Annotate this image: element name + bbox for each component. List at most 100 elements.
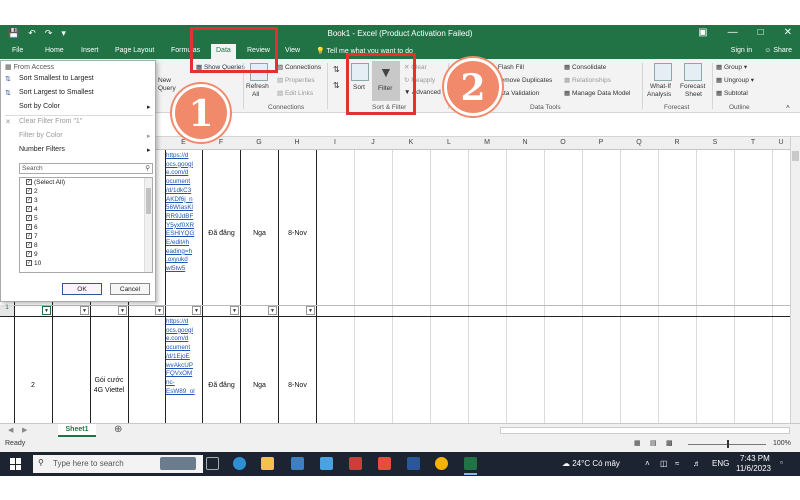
checkbox-icon[interactable]: ✓	[26, 197, 32, 204]
group-button[interactable]: ▦ Group ▾	[716, 63, 747, 71]
filter-dropdown-arrow-g[interactable]: ▼	[268, 306, 277, 315]
edit-links-button[interactable]: ▧ Edit Links	[277, 89, 313, 97]
page-break-view-icon[interactable]: ▩	[666, 439, 673, 447]
cell-g1[interactable]: Nga	[241, 230, 278, 237]
filter-item[interactable]: ✓ 4	[26, 206, 38, 213]
checkbox-icon[interactable]: ✓	[26, 251, 32, 258]
relationships-button[interactable]: ▦ Relationships	[564, 76, 611, 84]
add-sheet-icon[interactable]: ⊕	[114, 424, 122, 435]
sign-in-link[interactable]: Sign in	[731, 47, 752, 54]
col-header-g[interactable]: G	[240, 139, 278, 146]
sort-az-icon[interactable]: ⇅	[333, 65, 340, 74]
collapse-ribbon-icon[interactable]: ˄	[786, 104, 790, 111]
share-button[interactable]: ☺ Share	[764, 47, 792, 54]
language-indicator[interactable]: ENG	[712, 459, 729, 468]
zoom-slider-handle[interactable]	[727, 440, 729, 448]
sort-largest-to-smallest[interactable]: ⇅ Sort Largest to Smallest	[5, 89, 94, 97]
tray-chevron-icon[interactable]: ˄	[645, 459, 650, 468]
tab-file[interactable]: File	[12, 47, 23, 54]
sort-by-color[interactable]: Sort by Color ▸	[19, 103, 151, 111]
filter-item[interactable]: ✓ 7	[26, 233, 38, 240]
excel-icon[interactable]	[464, 457, 477, 470]
zoom-level[interactable]: 100%	[773, 440, 791, 447]
filter-dropdown-arrow-f[interactable]: ▼	[230, 306, 239, 315]
task-view-icon[interactable]	[206, 457, 219, 470]
tab-insert[interactable]: Insert	[81, 47, 99, 54]
checkbox-icon[interactable]: ✓	[26, 215, 32, 222]
volume-icon[interactable]: ♬	[693, 459, 701, 468]
col-header-r[interactable]: R	[658, 139, 696, 146]
checkbox-icon[interactable]: ✓	[26, 260, 32, 267]
subtotal-button[interactable]: ▦ Subtotal	[716, 89, 748, 97]
manage-data-model-button[interactable]: ▦ Manage Data Model	[564, 89, 631, 97]
word-icon[interactable]	[407, 457, 420, 470]
file-explorer-icon[interactable]	[261, 457, 274, 470]
sheet-prev-icon[interactable]: ◀	[8, 426, 13, 434]
tab-view[interactable]: View	[285, 47, 300, 54]
col-header-h[interactable]: H	[278, 139, 316, 146]
cell-g2[interactable]: Nga	[241, 382, 278, 389]
maximize-icon[interactable]: □	[758, 27, 764, 38]
forecast-sheet-icon[interactable]	[684, 63, 702, 81]
new-query-button[interactable]: New	[158, 77, 171, 84]
cell-e2-link[interactable]: https://d ocs.googl e.com/d ocument /d/1…	[166, 318, 195, 396]
vertical-scrollbar[interactable]	[790, 137, 800, 423]
minimize-icon[interactable]: —	[728, 27, 738, 38]
filter-cancel-button[interactable]: Cancel	[110, 283, 150, 295]
ungroup-button[interactable]: ▦ Ungroup ▾	[716, 76, 754, 84]
filter-by-color[interactable]: Filter by Color ▸	[19, 132, 151, 140]
checkbox-icon[interactable]: ✓	[26, 179, 32, 186]
from-access-item[interactable]: ▦ From Access	[5, 63, 54, 71]
connections-button[interactable]: ▧ Connections	[277, 63, 321, 71]
clock-time[interactable]: 7:43 PM	[740, 454, 770, 463]
cell-h1[interactable]: 8-Nov	[279, 230, 316, 237]
checkbox-icon[interactable]: ✓	[26, 224, 32, 231]
filter-item[interactable]: ✓ 9	[26, 251, 38, 258]
what-if-icon[interactable]	[654, 63, 672, 81]
scrollbar-thumb[interactable]	[792, 151, 799, 161]
col-header-o[interactable]: O	[544, 139, 582, 146]
windows-start-icon[interactable]	[10, 458, 22, 470]
page-layout-view-icon[interactable]: ▤	[650, 439, 657, 447]
cell-f2[interactable]: Đã đăng	[203, 382, 240, 389]
checkbox-icon[interactable]: ✓	[26, 233, 32, 240]
filter-value-list[interactable]: ✓ (Select All) ✓ 2 ✓ 3 ✓ 4 ✓ 5 ✓ 6 ✓ 7 ✓ 8 ✓ 9 ✓ 1…	[19, 177, 153, 273]
filter-dropdown-arrow-c[interactable]: ▼	[118, 306, 127, 315]
checkbox-icon[interactable]: ✓	[26, 242, 32, 249]
clock-date[interactable]: 11/6/2023	[736, 464, 771, 473]
cell-f1[interactable]: Đã đăng	[203, 230, 240, 237]
col-header-n[interactable]: N	[506, 139, 544, 146]
filter-dropdown-arrow-b[interactable]: ▼	[80, 306, 89, 315]
sheet-tab-sheet1[interactable]: Sheet1	[58, 424, 96, 437]
number-filters[interactable]: Number Filters ▸	[19, 146, 151, 154]
cell-c2[interactable]: Gói cước 4G Viettel	[90, 376, 128, 396]
clear-filter-item[interactable]: ✕ Clear Filter From "1"	[5, 118, 82, 126]
filter-ok-button[interactable]: OK	[62, 283, 102, 295]
horizontal-scrollbar[interactable]	[500, 427, 790, 434]
filter-item-select-all[interactable]: ✓ (Select All)	[26, 179, 65, 186]
properties-button[interactable]: ▧ Properties	[277, 76, 315, 84]
weather-widget-icon[interactable]	[160, 457, 196, 470]
close-icon[interactable]: ✕	[784, 27, 792, 38]
filter-list-scrollbar[interactable]	[144, 178, 152, 272]
store-icon[interactable]	[291, 457, 304, 470]
col-header-i[interactable]: I	[316, 139, 354, 146]
filter-item[interactable]: ✓ 8	[26, 242, 38, 249]
edge-icon[interactable]	[233, 457, 246, 470]
col-header-q[interactable]: Q	[620, 139, 658, 146]
filter-item[interactable]: ✓ 5	[26, 215, 38, 222]
filter-search-input[interactable]: Search ⚲	[19, 163, 153, 174]
filter-dropdown-arrow-e[interactable]: ▼	[192, 306, 201, 315]
filter-item[interactable]: ✓ 2	[26, 188, 38, 195]
sheet-next-icon[interactable]: ▶	[22, 426, 27, 434]
filter-item[interactable]: ✓ 10	[26, 260, 41, 267]
filter-item[interactable]: ✓ 6	[26, 224, 38, 231]
row-header-1[interactable]: 1	[0, 305, 14, 316]
cell-e1-link[interactable]: https://d ocs.googl e.com/d ocument /d/1…	[166, 152, 194, 274]
col-header-u[interactable]: U	[772, 139, 790, 146]
filter-dropdown-arrow-d[interactable]: ▼	[155, 306, 164, 315]
col-header-s[interactable]: S	[696, 139, 734, 146]
chrome-icon[interactable]	[435, 457, 448, 470]
wifi-icon[interactable]: ≈	[675, 459, 679, 468]
checkbox-icon[interactable]: ✓	[26, 206, 32, 213]
